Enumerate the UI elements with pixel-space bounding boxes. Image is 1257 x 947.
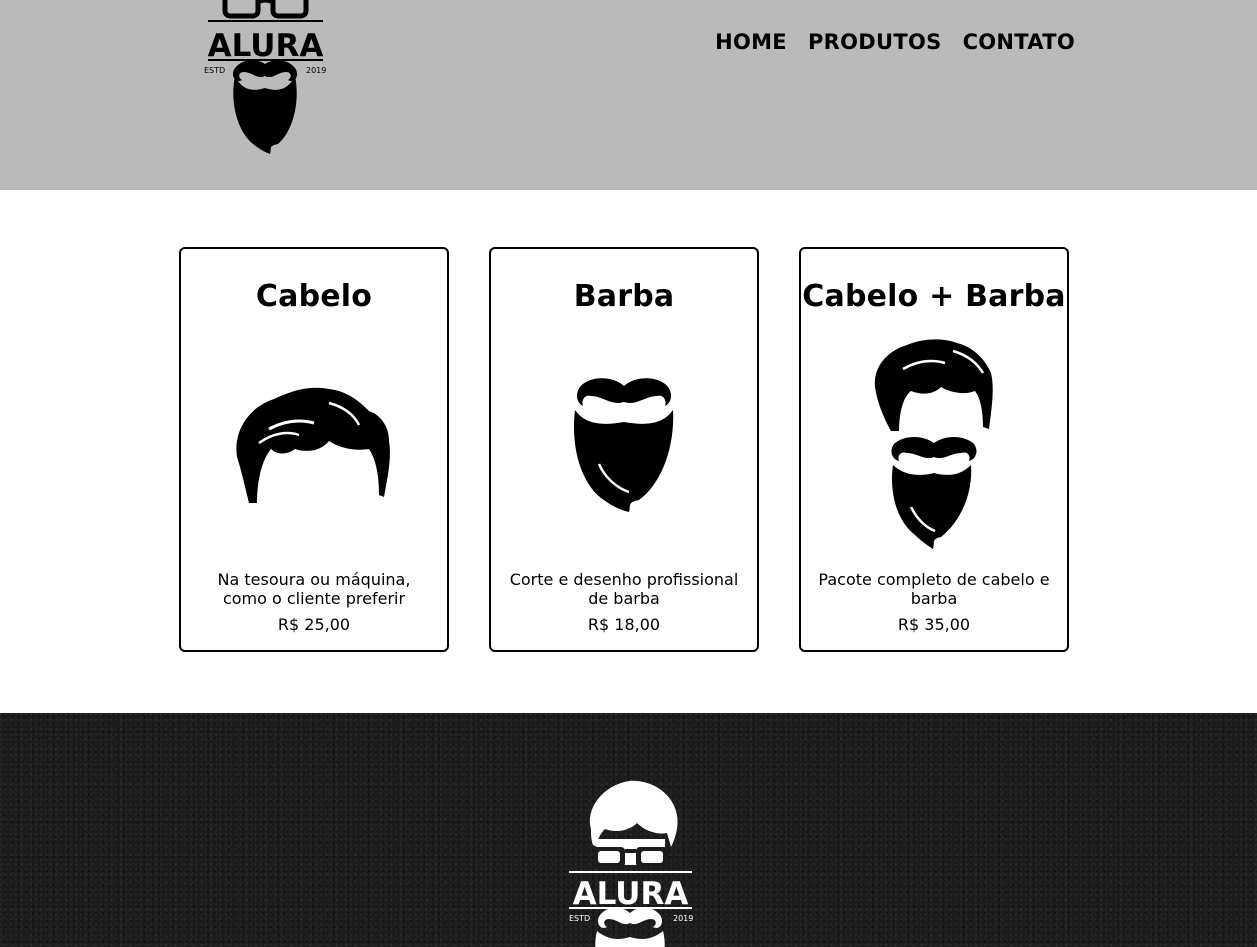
product-description: Pacote completo de cabelo e barba: [818, 570, 1050, 608]
site-header: ALURA ESTD 2019 HOME PRODUTOS CONTATO: [0, 0, 1257, 190]
product-title: Barba: [573, 279, 675, 314]
site-footer: ALURA ESTD 2019: [0, 713, 1257, 947]
product-card-cabelo-barba: Cabelo + Barba Pacote completo de cabelo…: [799, 247, 1069, 652]
svg-text:ESTD: ESTD: [569, 914, 590, 923]
hair-and-beard-icon: [874, 338, 993, 549]
svg-text:ALURA: ALURA: [573, 876, 689, 912]
product-card-cabelo: Cabelo Na tesoura ou máquina, como o cli…: [179, 247, 449, 652]
beard-icon: [574, 378, 674, 512]
svg-text:2019: 2019: [306, 66, 326, 75]
product-price: R$ 18,00: [587, 615, 661, 634]
alura-logo[interactable]: ALURA ESTD 2019: [198, 0, 333, 158]
product-description: Na tesoura ou máquina, como o cliente pr…: [217, 570, 411, 608]
hair-icon: [236, 387, 390, 503]
svg-text:ALURA: ALURA: [208, 28, 324, 64]
alura-footer-logo: ALURA ESTD 2019: [569, 780, 693, 947]
product-title: Cabelo + Barba: [802, 279, 1066, 314]
main-nav: HOME PRODUTOS CONTATO: [715, 30, 1075, 54]
svg-text:2019: 2019: [673, 914, 693, 923]
product-description: Corte e desenho profissional de barba: [509, 570, 739, 608]
svg-text:ESTD: ESTD: [204, 66, 225, 75]
products-section: Cabelo Na tesoura ou máquina, como o cli…: [179, 247, 1069, 652]
product-price: R$ 25,00: [277, 615, 351, 634]
nav-contato-link[interactable]: CONTATO: [963, 30, 1075, 54]
nav-produtos-link[interactable]: PRODUTOS: [808, 30, 942, 54]
product-card-barba: Barba Corte e desenho profissional de ba…: [489, 247, 759, 652]
nav-home-link[interactable]: HOME: [715, 30, 787, 54]
product-title: Cabelo: [255, 279, 373, 314]
product-price: R$ 35,00: [897, 615, 971, 634]
